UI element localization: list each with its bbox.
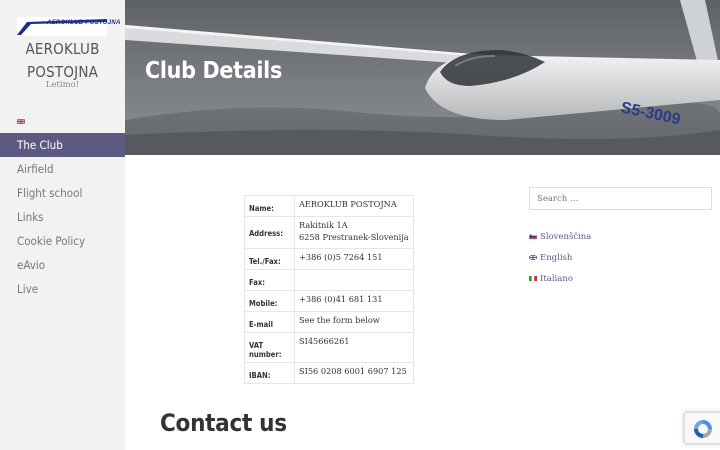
table-row: VAT number: SI45666261 [244,332,414,363]
club-details-table: Name: AEROKLUB POSTOJNA Address: Rakitni… [244,195,414,384]
detail-key: Name: [244,195,295,217]
slovenia-flag-icon [529,234,537,239]
hero-banner: S5-3009 Club Details [125,0,720,155]
detail-value: +386 (0)41 681 131 [294,290,414,312]
contact-heading: Contact us [160,409,287,437]
detail-key: Mobile: [244,290,295,312]
lang-label: Slovenščina [540,231,592,242]
lang-item-english[interactable]: English [529,247,591,268]
main-nav: The Club Airfield Flight school Links Co… [0,133,125,301]
nav-item-flight-school[interactable]: Flight school [0,181,125,205]
lang-item-slovenian[interactable]: Slovenščina [529,226,591,247]
nav-item-cookie-policy[interactable]: Cookie Policy [0,229,125,253]
detail-value: Rakitnik 1A 6258 Prestranek-Slovenija [294,216,414,249]
site-tagline: Letimo! [45,80,80,90]
table-row: IBAN: SI56 0208 6001 6907 125 [244,362,414,384]
sidebar: AEROKLUB POSTOJNA AEROKLUB POSTOJNA Leti… [0,0,125,450]
logo-text: AEROKLUB POSTOJNA [47,20,121,26]
detail-value [294,269,414,291]
detail-key: VAT number: [244,332,295,363]
recaptcha-badge[interactable] [684,412,720,444]
uk-flag-icon[interactable] [17,119,25,124]
recaptcha-icon [694,420,712,438]
table-row: Name: AEROKLUB POSTOJNA [244,195,414,217]
detail-value: +386 (0)5 7264 151 [294,248,414,270]
site-title-line1: AEROKLUB [25,40,100,58]
table-row: E-mail See the form below [244,311,414,333]
search-input[interactable] [529,187,712,210]
page-title: Club Details [145,58,282,84]
nav-item-airfield[interactable]: Airfield [0,157,125,181]
italy-flag-icon [529,276,537,281]
site-title[interactable]: AEROKLUB POSTOJNA [0,38,125,84]
table-row: Fax: [244,269,414,291]
uk-flag-icon [529,255,537,260]
nav-item-the-club[interactable]: The Club [0,133,125,157]
table-row: Address: Rakitnik 1A 6258 Prestranek-Slo… [244,216,414,249]
site-logo[interactable]: AEROKLUB POSTOJNA [17,17,120,36]
nav-item-eavio[interactable]: eAvio [0,253,125,277]
language-switcher: Slovenščina English Italiano [529,226,591,289]
lang-label: English [540,252,573,263]
detail-key: Address: [244,216,295,249]
detail-value: See the form below [294,311,414,333]
detail-key: E-mail [244,311,295,333]
detail-value: AEROKLUB POSTOJNA [294,195,414,217]
detail-key: Fax: [244,269,295,291]
lang-label: Italiano [540,273,573,284]
nav-item-links[interactable]: Links [0,205,125,229]
nav-item-live[interactable]: Live [0,277,125,301]
lang-item-italian[interactable]: Italiano [529,268,591,289]
table-row: Tel./Fax: +386 (0)5 7264 151 [244,248,414,270]
detail-key: IBAN: [244,362,295,384]
detail-value: SI45666261 [294,332,414,363]
table-row: Mobile: +386 (0)41 681 131 [244,290,414,312]
detail-value: SI56 0208 6001 6907 125 [294,362,414,384]
detail-key: Tel./Fax: [244,248,295,270]
